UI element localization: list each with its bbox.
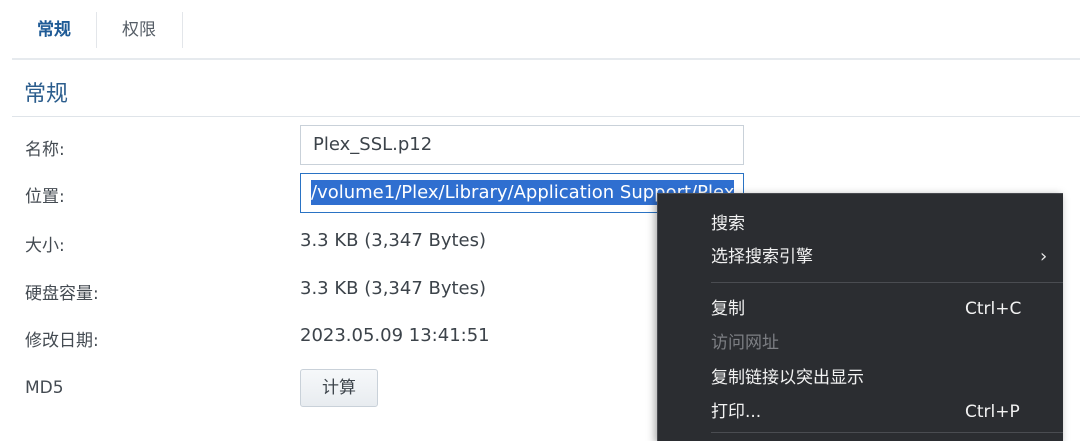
section-title: 常规 [24,82,69,107]
context-menu: 搜索 选择搜索引擎 › 复制 Ctrl+C 访问网址 复制链接以突出显示 打印.… [657,193,1063,441]
location-label: 位置: [25,187,65,207]
size-label: 大小: [25,236,65,256]
menu-divider [711,432,1063,433]
tab-general[interactable]: 常规 [12,12,97,48]
menu-item-choose-search-engine[interactable]: 选择搜索引擎 › [658,241,1063,273]
tab-bar: 常规 权限 [12,0,1080,60]
disk-usage-label: 硬盘容量: [25,284,99,304]
calculate-md5-button[interactable]: 计算 [300,369,378,407]
name-field[interactable]: Plex_SSL.p12 [300,125,744,165]
menu-item-shortcut: Ctrl+P [965,402,1020,422]
modified-label: 修改日期: [25,331,99,351]
menu-item-label: 复制 [711,299,745,319]
size-value: 3.3 KB (3,347 Bytes) [300,230,487,251]
menu-item-copy-link-to-highlight[interactable]: 复制链接以突出显示 [658,362,1063,394]
menu-item-copy[interactable]: 复制 Ctrl+C [658,293,1063,325]
disk-usage-value: 3.3 KB (3,347 Bytes) [300,278,487,299]
menu-item-label: 打印... [711,402,762,422]
menu-item-label: 访问网址 [711,333,779,353]
menu-item-visit-url: 访问网址 [658,327,1063,359]
name-label: 名称: [25,140,65,160]
menu-item-print[interactable]: 打印... Ctrl+P [658,396,1063,428]
chevron-right-icon: › [1040,246,1048,267]
section-divider [12,116,1080,117]
menu-item-label: 搜索 [711,214,745,234]
menu-item-label: 复制链接以突出显示 [711,368,864,388]
md5-label: MD5 [25,378,64,398]
menu-item-shortcut: Ctrl+C [965,299,1022,319]
tab-permissions[interactable]: 权限 [96,12,183,48]
file-properties-dialog: 常规 权限 常规 名称: Plex_SSL.p12 位置: /volume1/P… [0,0,1080,441]
menu-item-label: 选择搜索引擎 [711,247,813,267]
modified-value: 2023.05.09 13:41:51 [300,325,490,346]
menu-divider [711,282,1063,283]
menu-item-search[interactable]: 搜索 [658,208,1063,240]
